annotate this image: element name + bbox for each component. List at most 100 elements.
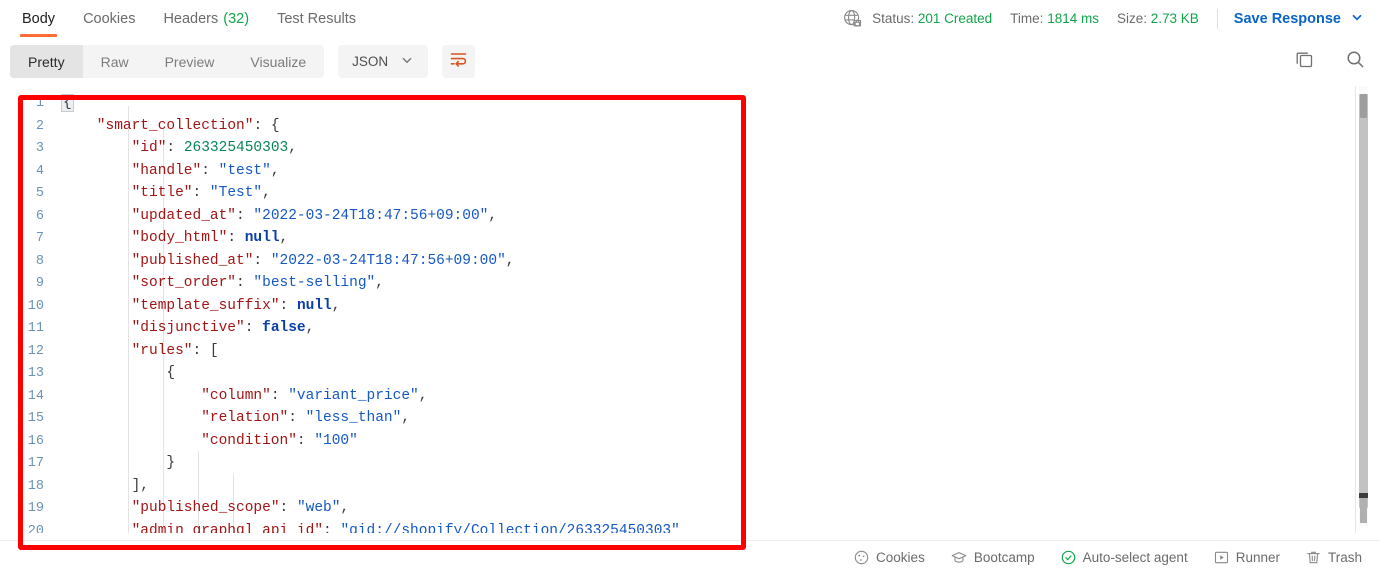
code-token-p: : [270, 387, 289, 404]
view-mode-raw-label: Raw [100, 53, 129, 70]
code-token-k: "body_html" [131, 230, 228, 246]
code-line: 14 "column": "variant_price", [0, 385, 1362, 408]
code-token-p: : [192, 342, 210, 359]
time-label: Time: [1010, 11, 1044, 26]
graduation-cap-icon [951, 550, 967, 565]
code-token-s: "web" [296, 500, 341, 516]
code-line: 20 "admin_graphql_api_id": "gid://shopify… [0, 520, 1362, 534]
line-number: 10 [27, 298, 44, 314]
view-mode-preview[interactable]: Preview [147, 45, 233, 78]
code-line: 1{ [0, 92, 1362, 115]
line-number: 11 [27, 321, 44, 336]
tab-body[interactable]: Body [8, 0, 69, 37]
code-token-k: "published_scope" [131, 500, 280, 516]
code-token-p: : [201, 162, 219, 179]
view-mode-preview-label: Preview [164, 53, 215, 70]
code-line: 3 "id": 263325450303, [0, 137, 1362, 160]
status-footer: Cookies Bootcamp Auto-select agent Runne… [0, 540, 1380, 573]
search-button[interactable] [1345, 49, 1366, 75]
code-token-s: "less_than" [305, 410, 402, 426]
response-body-viewer[interactable]: 1{2 "smart_collection": {3 "id": 263325450… [0, 86, 1380, 533]
language-select-value: JSON [352, 54, 389, 69]
format-toolbar: Pretty Raw Preview Visualize JSON [0, 37, 1380, 86]
save-response-button[interactable]: Save Response [1234, 10, 1364, 28]
code-horizontal-scrollbar[interactable] [1359, 493, 1368, 523]
line-number: 4 [35, 163, 44, 179]
view-mode-pretty[interactable]: Pretty [10, 45, 83, 78]
line-number: 19 [27, 501, 44, 516]
code-token-k: "smart_collection" [96, 117, 254, 134]
code-line-text: "published_scope": "web", [56, 497, 350, 520]
code-token-s: "2022-03-24T18:47:56+09:00" [253, 207, 489, 224]
footer-item-cookies[interactable]: Cookies [854, 550, 925, 565]
status-badge: Status: 201 Created [872, 11, 992, 26]
code-line: 16 "condition": "100" [0, 430, 1362, 453]
code-token-br: { [166, 365, 176, 381]
tab-cookies[interactable]: Cookies [69, 0, 149, 37]
line-number: 18 [27, 478, 44, 494]
code-token-p: : [288, 410, 306, 426]
code-line-text: "template_suffix": null, [56, 295, 341, 318]
line-number: 7 [35, 231, 44, 246]
language-select[interactable]: JSON [338, 45, 429, 78]
line-number: 17 [27, 456, 44, 471]
code-token-s: "test" [218, 162, 271, 179]
view-mode-visualize[interactable]: Visualize [232, 45, 324, 78]
code-line: 8 "published_at": "2022-03-24T18:47:56+09… [0, 250, 1362, 273]
code-token-s: "variant_price" [288, 387, 419, 404]
code-token-p: : [236, 207, 254, 224]
copy-button[interactable] [1294, 49, 1315, 75]
line-number: 5 [35, 186, 44, 201]
footer-item-bootcamp[interactable]: Bootcamp [951, 550, 1035, 565]
code-token-p: , [418, 387, 428, 404]
view-mode-pretty-label: Pretty [28, 53, 65, 70]
footer-item-trash[interactable]: Trash [1306, 550, 1362, 565]
footer-item-bootcamp-label: Bootcamp [973, 549, 1035, 565]
line-number: 14 [27, 388, 44, 404]
size-label: Size: [1116, 11, 1147, 26]
code-token-p: , [375, 275, 384, 291]
line-number: 13 [27, 366, 44, 381]
scrollbar-corner [1360, 498, 1367, 523]
code-line: 4 "handle": "test", [0, 160, 1362, 183]
code-line-text: { [56, 92, 74, 115]
line-number: 6 [35, 208, 44, 224]
code-token-p: , [288, 140, 297, 156]
tab-test-results[interactable]: Test Results [263, 0, 370, 37]
code-scroll-container[interactable]: 1{2 "smart_collection": {3 "id": 263325450… [0, 86, 1362, 533]
code-token-p: : [244, 320, 263, 336]
code-token-k: "title" [131, 185, 193, 201]
code-token-lit: null [296, 297, 332, 314]
code-token-k: "published_at" [131, 252, 254, 269]
code-token-p: : [253, 117, 271, 134]
tab-headers[interactable]: Headers (32) [149, 0, 263, 37]
code-token-lit: false [262, 320, 306, 336]
code-token-p: : [279, 297, 297, 314]
code-line: 18], [0, 475, 1362, 498]
scrollbar-thumb-top[interactable] [1360, 94, 1367, 118]
footer-item-auto-select-agent[interactable]: Auto-select agent [1061, 550, 1188, 565]
view-mode-visualize-label: Visualize [250, 53, 307, 70]
time-value: 1814 ms [1047, 11, 1099, 26]
scrollbar-thumb[interactable] [1359, 94, 1368, 508]
search-icon [1345, 49, 1366, 75]
json-code-block[interactable]: 1{2 "smart_collection": {3 "id": 263325450… [0, 86, 1362, 533]
code-token-k: "relation" [201, 410, 289, 426]
code-token-k: "id" [131, 140, 167, 156]
code-line-text: "updated_at": "2022-03-24T18:47:56+09:00… [56, 205, 497, 228]
view-mode-raw[interactable]: Raw [83, 45, 147, 78]
code-line: 10 "template_suffix": null, [0, 295, 1362, 318]
code-token-k: "template_suffix" [131, 297, 280, 314]
code-vertical-scrollbar[interactable] [1359, 86, 1368, 526]
response-tabs: Body Cookies Headers (32) Test Results [8, 0, 370, 37]
word-wrap-button[interactable] [442, 45, 476, 78]
code-line-text: "disjunctive": false, [56, 317, 315, 340]
response-tab-bar: Body Cookies Headers (32) Test Results S… [0, 0, 1380, 37]
word-wrap-icon [449, 51, 468, 73]
code-token-p: , [270, 162, 280, 179]
line-number: 9 [35, 276, 44, 291]
footer-item-runner[interactable]: Runner [1214, 550, 1280, 565]
code-token-k: "rules" [131, 342, 193, 359]
size-value: 2.73 KB [1150, 11, 1199, 26]
code-token-p: : [253, 252, 271, 269]
